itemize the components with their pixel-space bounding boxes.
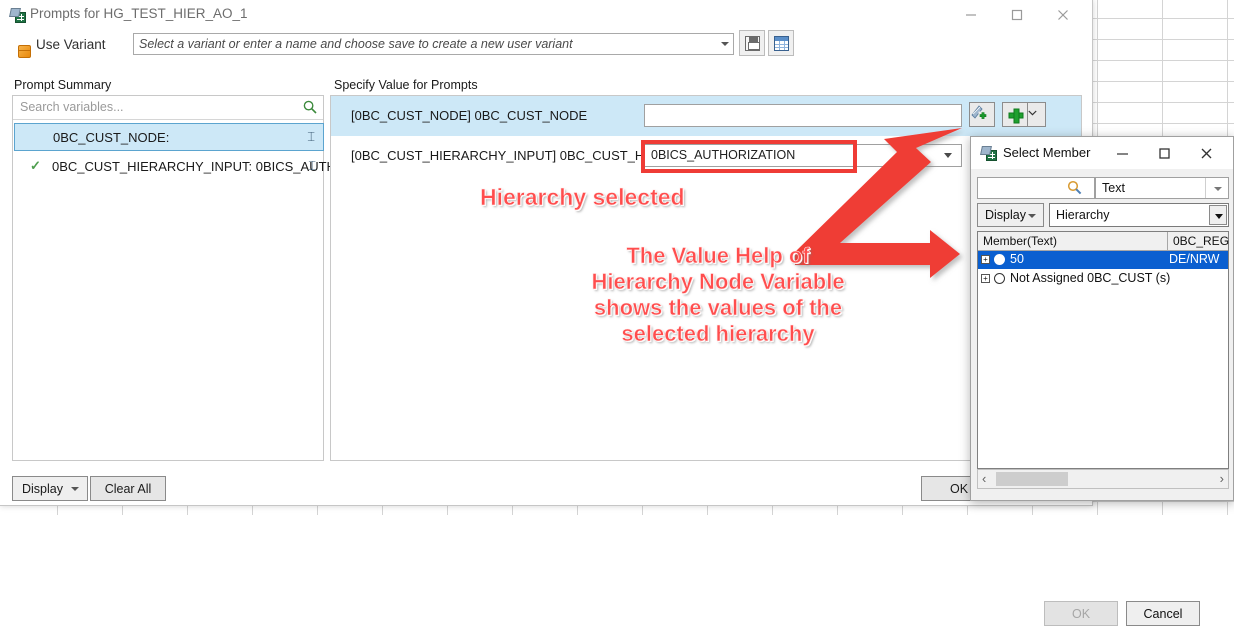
pin-icon[interactable]: ⌶ bbox=[308, 158, 316, 174]
minimize-icon[interactable] bbox=[948, 0, 994, 30]
member-text: Not Assigned 0BC_CUST (s) bbox=[1010, 271, 1171, 285]
member-grid: Member(Text) 0BC_REG ( + 50 DE/NRW + Not… bbox=[977, 231, 1230, 469]
hierarchy-select-combo[interactable]: Hierarchy bbox=[1049, 203, 1229, 227]
prompts-titlebar: Prompts for HG_TEST_HIER_AO_1 bbox=[0, 0, 1092, 30]
use-variant-row: Use Variant Select a variant or enter a … bbox=[0, 30, 1092, 72]
select-member-ok-button[interactable]: OK bbox=[1044, 601, 1118, 626]
value-help-button[interactable] bbox=[969, 102, 995, 127]
save-variant-button[interactable] bbox=[739, 30, 765, 56]
member-display-button-label: Display bbox=[985, 208, 1026, 222]
chevron-down-icon bbox=[71, 487, 79, 491]
column-header-member-text[interactable]: Member(Text) bbox=[978, 232, 1168, 250]
member-grid-header: Member(Text) 0BC_REG ( bbox=[978, 232, 1230, 251]
select-member-title: Select Member bbox=[1003, 145, 1091, 160]
excel-prompt-icon bbox=[980, 146, 997, 161]
minimize-icon[interactable] bbox=[1103, 137, 1141, 169]
chevron-down-icon bbox=[1214, 187, 1222, 191]
pin-icon[interactable]: ⌶ bbox=[307, 129, 315, 145]
prompt-summary-item-label: 0BC_CUST_NODE: bbox=[53, 130, 170, 145]
cust-hierarchy-value-input[interactable]: 0BICS_AUTHORIZATION bbox=[644, 144, 962, 167]
member-grid-row[interactable]: + Not Assigned 0BC_CUST (s) bbox=[978, 270, 1228, 288]
excel-prompt-icon bbox=[9, 8, 26, 23]
maximize-icon[interactable] bbox=[994, 0, 1040, 30]
hierarchy-select-value: Hierarchy bbox=[1056, 208, 1110, 222]
prompt-summary-caption: Prompt Summary bbox=[14, 78, 112, 92]
display-button[interactable]: Display bbox=[12, 476, 88, 501]
chevron-down-icon[interactable] bbox=[944, 153, 952, 158]
cust-node-value-input[interactable] bbox=[644, 104, 962, 127]
close-icon[interactable] bbox=[1040, 0, 1086, 30]
select-member-display-row: Display Hierarchy bbox=[977, 203, 1229, 227]
prompt-summary-item-0[interactable]: 0BC_CUST_NODE: ⌶ bbox=[14, 123, 324, 151]
add-value-dropdown-button[interactable] bbox=[1028, 102, 1046, 127]
radio-unchecked-icon[interactable] bbox=[994, 273, 1005, 284]
column-header-bc-reg[interactable]: 0BC_REG ( bbox=[1168, 232, 1230, 250]
prompt-summary-item-label: 0BC_CUST_HIERARCHY_INPUT: 0BICS_AUTHORIZ bbox=[52, 159, 367, 174]
search-icon[interactable] bbox=[303, 100, 317, 119]
prompt-summary-item-1[interactable]: ✓ 0BC_CUST_HIERARCHY_INPUT: 0BICS_AUTHOR… bbox=[14, 153, 367, 181]
prompts-dialog: Prompts for HG_TEST_HIER_AO_1 Use Varian… bbox=[0, 0, 1093, 506]
close-icon[interactable] bbox=[1187, 137, 1225, 169]
select-member-dialog: Select Member Text Display Hierarchy Mem… bbox=[970, 136, 1234, 626]
variant-placeholder-text: Select a variant or enter a name and cho… bbox=[139, 37, 573, 51]
chevron-down-icon bbox=[1028, 110, 1037, 116]
select-member-titlebar: Select Member bbox=[971, 137, 1233, 169]
specify-value-caption: Specify Value for Prompts bbox=[334, 78, 478, 92]
clear-all-button[interactable]: Clear All bbox=[90, 476, 166, 501]
prompt-row-cust-node[interactable]: [0BC_CUST_NODE] 0BC_CUST_NODE bbox=[331, 96, 1081, 136]
variant-cube-icon bbox=[18, 45, 31, 58]
variant-table-icon bbox=[773, 35, 789, 51]
select-member-search-row: Text bbox=[977, 177, 1229, 199]
annotation-value-help-description: The Value Help of Hierarchy Node Variabl… bbox=[591, 243, 845, 346]
plus-icon bbox=[1008, 108, 1024, 123]
scrollbar-thumb[interactable] bbox=[996, 472, 1068, 486]
search-mode-value: Text bbox=[1102, 181, 1125, 195]
expand-plus-icon[interactable]: + bbox=[981, 255, 990, 264]
use-variant-label: Use Variant bbox=[36, 37, 106, 52]
chevron-down-icon[interactable] bbox=[1209, 205, 1227, 225]
prompt-summary-panel: Search variables... 0BC_CUST_NODE: ⌶ ✓ 0… bbox=[12, 95, 367, 461]
member-value: DE/NRW bbox=[1169, 252, 1220, 266]
select-member-cancel-button[interactable]: Cancel bbox=[1126, 601, 1200, 626]
prompt-row-cust-hierarchy-input[interactable]: [0BC_CUST_HIERARCHY_INPUT] 0BC_CUST_HIER… bbox=[331, 136, 1081, 176]
save-floppy-icon bbox=[744, 35, 760, 51]
chevron-down-icon bbox=[1028, 214, 1036, 218]
member-grid-row-selected[interactable]: + 50 DE/NRW bbox=[978, 251, 1228, 269]
search-variables-input[interactable]: Search variables... bbox=[13, 96, 323, 120]
maximize-icon[interactable] bbox=[1145, 137, 1183, 169]
search-mode-combo[interactable]: Text bbox=[1095, 177, 1229, 199]
chevron-right-icon[interactable]: › bbox=[1220, 471, 1224, 486]
display-button-label: Display bbox=[22, 481, 63, 496]
variant-table-button[interactable] bbox=[768, 30, 794, 56]
search-icon[interactable] bbox=[1067, 180, 1082, 200]
member-grid-horizontal-scrollbar[interactable]: ‹ › bbox=[977, 469, 1229, 489]
member-text: 50 bbox=[1010, 252, 1024, 266]
check-icon: ✓ bbox=[30, 158, 41, 173]
search-placeholder-text: Search variables... bbox=[20, 100, 124, 114]
variant-select[interactable]: Select a variant or enter a name and cho… bbox=[133, 33, 734, 55]
radio-unchecked-icon[interactable] bbox=[994, 254, 1005, 265]
member-display-button[interactable]: Display bbox=[977, 203, 1044, 227]
prompt-row-label: [0BC_CUST_NODE] 0BC_CUST_NODE bbox=[351, 108, 588, 123]
annotation-hierarchy-selected: Hierarchy selected bbox=[480, 184, 685, 211]
chevron-left-icon[interactable]: ‹ bbox=[982, 471, 986, 486]
prompts-window-title: Prompts for HG_TEST_HIER_AO_1 bbox=[30, 6, 248, 21]
chevron-down-icon bbox=[721, 42, 729, 46]
expand-plus-icon[interactable]: + bbox=[981, 274, 990, 283]
add-value-button[interactable] bbox=[1002, 102, 1028, 127]
